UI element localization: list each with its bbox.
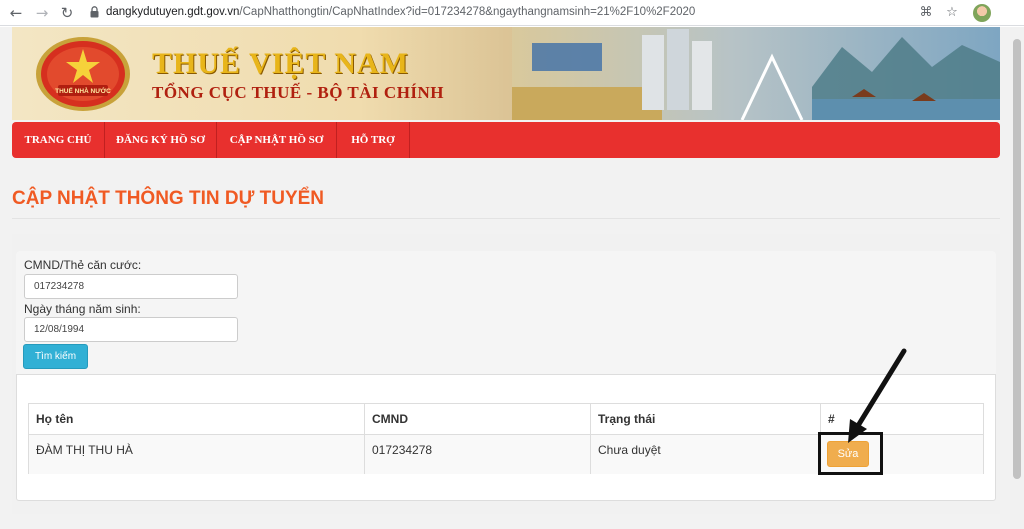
cell-name: ĐÀM THỊ THU HÀ — [36, 443, 133, 457]
forward-icon[interactable]: → — [32, 3, 52, 23]
nav-item-support[interactable]: HỖ TRỢ — [337, 122, 410, 158]
banner-scenery-image — [512, 27, 1000, 120]
main-nav: TRANG CHỦ ĐĂNG KÝ HỒ SƠ CẬP NHẬT HỒ SƠ H… — [12, 122, 1000, 158]
back-icon[interactable]: ← — [6, 3, 26, 23]
brand-subtitle: TỔNG CỤC THUẾ - BỘ TÀI CHÍNH — [152, 83, 445, 102]
scrollbar[interactable] — [1010, 27, 1024, 529]
col-header-name: Họ tên — [36, 412, 74, 426]
lock-icon[interactable] — [90, 6, 99, 18]
tax-seal-logo: THUẾ NHÀ NƯỚC — [36, 37, 130, 111]
translate-icon[interactable]: ⌘ — [917, 4, 935, 22]
nav-item-update[interactable]: CẬP NHẬT HỒ SƠ — [217, 122, 337, 158]
title-divider — [12, 218, 1000, 219]
scrollbar-thumb[interactable] — [1013, 39, 1021, 479]
nav-item-home[interactable]: TRANG CHỦ — [12, 122, 105, 158]
col-header-id: CMND — [372, 412, 408, 426]
id-label: CMND/Thẻ căn cước: — [24, 258, 142, 272]
dob-input[interactable]: 12/08/1994 — [24, 317, 238, 342]
arrow-annotation — [848, 348, 907, 443]
site-banner: THUẾ NHÀ NƯỚC THUẾ VIỆT NAM TỔNG CỤC THU… — [12, 27, 1000, 120]
cell-status: Chưa duyệt — [598, 443, 661, 457]
url-path: /CapNhatthongtin/CapNhatIndex?id=0172342… — [239, 6, 696, 18]
brand-title: THUẾ VIỆT NAM — [152, 47, 409, 80]
search-button[interactable]: Tìm kiếm — [23, 344, 88, 369]
browser-toolbar: ← → ↻ dangkydutuyen.gdt.gov.vn/CapNhatth… — [0, 0, 1024, 26]
address-bar[interactable]: dangkydutuyen.gdt.gov.vn/CapNhatthongtin… — [106, 6, 695, 18]
url-host: dangkydutuyen.gdt.gov.vn — [106, 6, 240, 18]
cell-id: 017234278 — [372, 443, 433, 457]
id-input[interactable]: 017234278 — [24, 274, 238, 299]
avatar[interactable] — [973, 4, 991, 22]
col-header-status: Trạng thái — [598, 412, 656, 426]
reload-icon[interactable]: ↻ — [57, 3, 77, 23]
dob-label: Ngày tháng năm sinh: — [24, 302, 141, 316]
page-title: CẬP NHẬT THÔNG TIN DỰ TUYỂN — [12, 188, 325, 209]
star-icon[interactable]: ☆ — [943, 4, 961, 22]
nav-item-register[interactable]: ĐĂNG KÝ HỒ SƠ — [105, 122, 217, 158]
